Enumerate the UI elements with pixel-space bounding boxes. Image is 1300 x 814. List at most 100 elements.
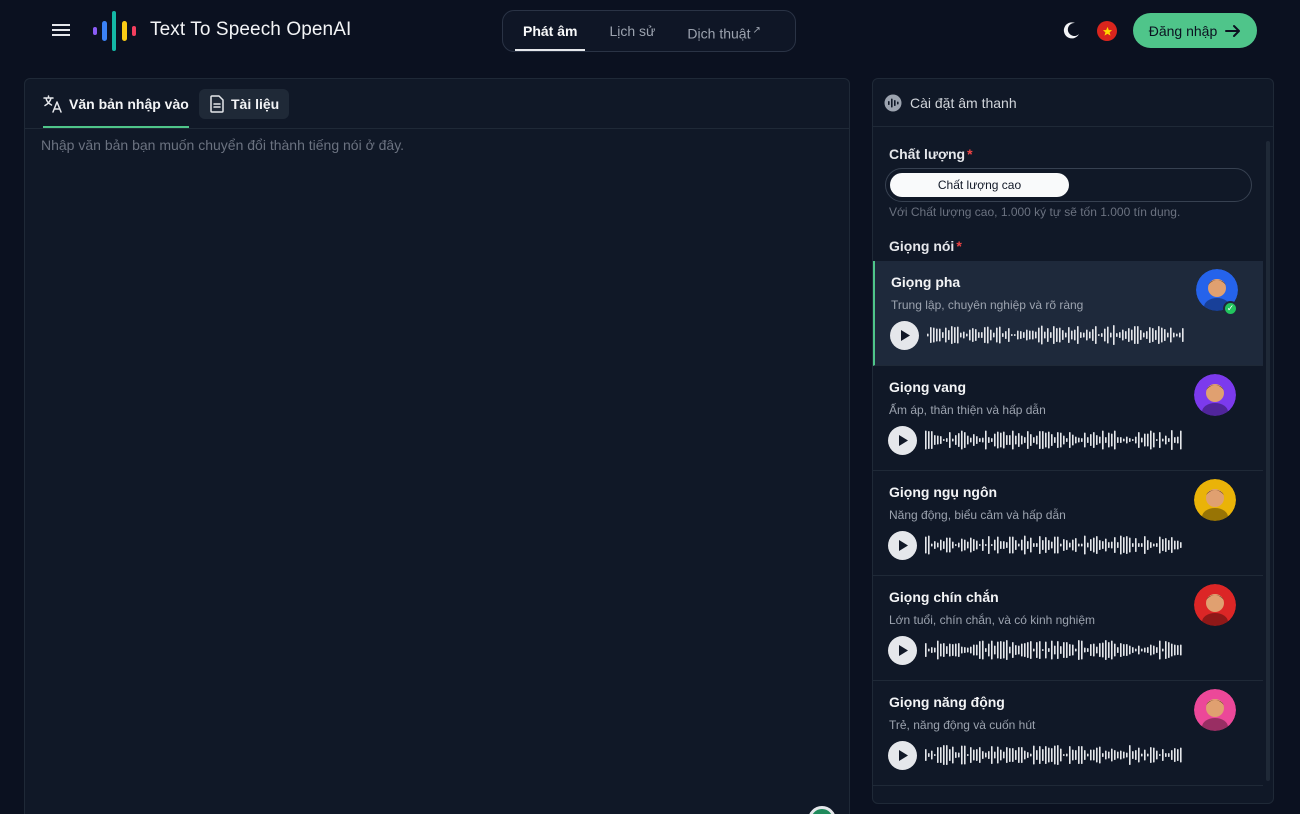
voice-card[interactable]: Giọng ngụ ngôn Năng động, biểu cảm và hấ…: [873, 471, 1263, 576]
waveform-bar: [927, 333, 929, 337]
tab-translate[interactable]: Dịch thuật ↗: [687, 11, 760, 51]
waveform-bar: [1099, 436, 1101, 444]
waveform-bar: [1078, 543, 1080, 547]
waveform-bar: [940, 436, 942, 444]
waveform-bar: [988, 437, 990, 443]
waveform-bar: [1078, 746, 1080, 764]
waveform-bar: [1174, 540, 1176, 550]
moon-icon[interactable]: [1061, 21, 1081, 41]
waveform-bar: [1156, 543, 1158, 547]
waveform-bar: [1165, 538, 1167, 552]
waveform-bar: [1048, 431, 1050, 449]
waveform-bar: [1177, 540, 1179, 550]
waveform-bar: [1039, 431, 1041, 449]
waveform-bar: [1072, 539, 1074, 551]
settings-title: Cài đặt âm thanh: [910, 94, 1017, 111]
waveform-bar: [961, 430, 963, 450]
waveform-bar: [1000, 432, 1002, 448]
waveform-bar: [1120, 437, 1122, 443]
quality-option-high[interactable]: Chất lượng cao: [890, 173, 1069, 197]
waveform-bar: [964, 539, 966, 551]
waveform-bar: [949, 749, 951, 761]
waveform-bar: [988, 536, 990, 554]
waveform-bar: [1033, 437, 1035, 443]
waveform-bar: [1084, 432, 1086, 448]
waveform-bar: [928, 535, 930, 555]
tab-documents[interactable]: Tài liệu: [199, 89, 290, 119]
waveform-bar: [1017, 330, 1019, 340]
support-bubble-icon[interactable]: [808, 806, 836, 814]
waveform-bar: [1146, 331, 1148, 339]
waveform-bar: [964, 432, 966, 448]
voice-card[interactable]: Giọng năng động Trẻ, năng động và cuốn h…: [873, 681, 1263, 786]
waveform-bar: [1182, 328, 1184, 342]
play-icon[interactable]: [888, 741, 917, 770]
waveform-bar: [925, 749, 927, 761]
waveform-bar: [1015, 750, 1017, 760]
tab-history[interactable]: Lịch sử: [609, 11, 655, 51]
login-button[interactable]: Đăng nhập: [1133, 13, 1257, 48]
waveform-bar: [1072, 434, 1074, 446]
waveform-bar: [1138, 543, 1140, 547]
waveform-bar: [943, 643, 945, 657]
waveform-bar: [1038, 327, 1040, 343]
play-icon[interactable]: [888, 531, 917, 560]
voice-card[interactable]: Giọng pha Trung lập, chuyên nghiệp và rõ…: [873, 261, 1263, 366]
waveform-bar: [1050, 332, 1052, 338]
waveform-bar: [1054, 437, 1056, 443]
waveform-bar: [961, 745, 963, 765]
tab-pronounce[interactable]: Phát âm: [514, 11, 587, 51]
waveform-bar: [1021, 643, 1023, 657]
waveform-bar: [973, 539, 975, 551]
play-icon[interactable]: [890, 321, 919, 350]
waveform-bar: [1167, 332, 1169, 338]
waveform-bar: [925, 430, 927, 450]
vietnam-flag-icon[interactable]: [1097, 21, 1117, 41]
waveform-bar: [1128, 328, 1130, 342]
waveform-bar: [1096, 435, 1098, 445]
waveform-bar: [976, 644, 978, 656]
voice-card[interactable]: Giọng chín chắn Lớn tuổi, chín chắn, và …: [873, 576, 1263, 681]
waveform-bar: [1143, 332, 1145, 338]
text-input[interactable]: [41, 137, 831, 787]
waveform-bar: [1162, 438, 1164, 442]
waveform-bar: [1117, 437, 1119, 443]
waveform-bar: [1030, 641, 1032, 659]
play-icon[interactable]: [888, 636, 917, 665]
menu-icon[interactable]: [50, 19, 72, 41]
waveform-bar: [1089, 331, 1091, 339]
play-icon[interactable]: [888, 426, 917, 455]
waveform-bar: [1030, 434, 1032, 446]
app-header: Text To Speech OpenAI Phát âm Lịch sử Dị…: [0, 0, 1300, 62]
waveform-bar: [1150, 430, 1152, 450]
waveform-bar: [1155, 330, 1157, 340]
waveform-bar: [967, 435, 969, 445]
scrollbar[interactable]: [1266, 141, 1270, 781]
waveform-bar: [1171, 643, 1173, 657]
waveform: [927, 325, 1184, 345]
editor-tabs: Văn bản nhập vào Tài liệu: [25, 79, 849, 129]
waveform-bar: [1147, 647, 1149, 653]
waveform-bar: [1027, 752, 1029, 758]
waveform-bar: [942, 332, 944, 338]
waveform-bar: [1141, 543, 1143, 547]
voice-avatar: [1194, 374, 1236, 416]
waveform-bar: [1093, 432, 1095, 448]
waveform-bar: [967, 541, 969, 549]
waveform-bar: [1045, 746, 1047, 764]
waveform-bar: [1152, 328, 1154, 342]
voice-label: Giọng nói *: [889, 238, 962, 254]
waveform-bar: [1033, 648, 1035, 652]
waveform-bar: [946, 438, 948, 442]
waveform-bar: [928, 431, 930, 449]
waveform-bar: [936, 328, 938, 342]
voice-card[interactable]: Giọng vang Ấm áp, thân thiện và hấp dẫn: [873, 366, 1263, 471]
tab-text-input[interactable]: Văn bản nhập vào: [43, 89, 189, 128]
waveform-bar: [1012, 536, 1014, 554]
waveform-bar: [940, 747, 942, 763]
waveform-bar: [1150, 542, 1152, 548]
waveform-bar: [958, 643, 960, 657]
waveform-bar: [987, 326, 989, 344]
waveform-bar: [946, 745, 948, 765]
waveform-bar: [946, 646, 948, 654]
